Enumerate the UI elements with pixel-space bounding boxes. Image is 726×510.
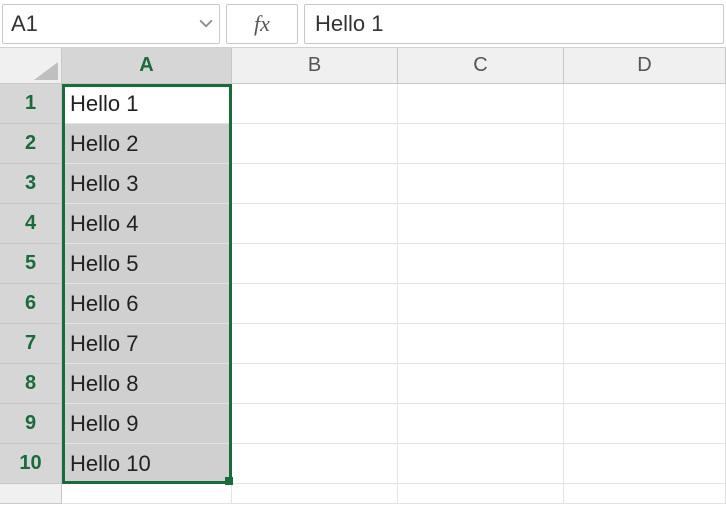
row-header-6[interactable]: 6 [0, 284, 62, 324]
cell-d5[interactable] [564, 244, 726, 284]
row-header-5[interactable]: 5 [0, 244, 62, 284]
name-box[interactable]: A1 [2, 4, 220, 44]
cell-d8[interactable] [564, 364, 726, 404]
row-10: 10 Hello 10 [0, 444, 726, 484]
cell-d9[interactable] [564, 404, 726, 444]
row-2: 2 Hello 2 [0, 124, 726, 164]
row-6: 6 Hello 6 [0, 284, 726, 324]
cell-b3[interactable] [232, 164, 398, 204]
column-headers: A B C D [0, 48, 726, 84]
cell-a5[interactable]: Hello 5 [62, 244, 232, 284]
cell-a11[interactable] [62, 484, 232, 504]
row-header-8[interactable]: 8 [0, 364, 62, 404]
row-header-4[interactable]: 4 [0, 204, 62, 244]
cell-c10[interactable] [398, 444, 564, 484]
formula-bar: A1 fx Hello 1 [0, 0, 726, 48]
cell-b6[interactable] [232, 284, 398, 324]
cell-b7[interactable] [232, 324, 398, 364]
row-7: 7 Hello 7 [0, 324, 726, 364]
column-header-d[interactable]: D [564, 48, 726, 84]
cell-a1[interactable]: Hello 1 [62, 84, 232, 124]
cell-c2[interactable] [398, 124, 564, 164]
row-5: 5 Hello 5 [0, 244, 726, 284]
formula-value: Hello 1 [315, 11, 383, 37]
cell-a9[interactable]: Hello 9 [62, 404, 232, 444]
cell-c1[interactable] [398, 84, 564, 124]
row-header-7[interactable]: 7 [0, 324, 62, 364]
cell-c3[interactable] [398, 164, 564, 204]
cell-d2[interactable] [564, 124, 726, 164]
cell-c11[interactable] [398, 484, 564, 504]
cell-b2[interactable] [232, 124, 398, 164]
cell-a2[interactable]: Hello 2 [62, 124, 232, 164]
cell-d7[interactable] [564, 324, 726, 364]
row-header-11[interactable] [0, 484, 62, 504]
chevron-down-icon[interactable] [199, 16, 213, 30]
cell-a10[interactable]: Hello 10 [62, 444, 232, 484]
cell-d1[interactable] [564, 84, 726, 124]
cell-c9[interactable] [398, 404, 564, 444]
cell-b5[interactable] [232, 244, 398, 284]
row-11-partial [0, 484, 726, 504]
column-header-c[interactable]: C [398, 48, 564, 84]
cell-reference: A1 [11, 11, 38, 37]
row-header-10[interactable]: 10 [0, 444, 62, 484]
cell-d4[interactable] [564, 204, 726, 244]
row-1: 1 Hello 1 [0, 84, 726, 124]
cell-b1[interactable] [232, 84, 398, 124]
row-3: 3 Hello 3 [0, 164, 726, 204]
cell-d6[interactable] [564, 284, 726, 324]
cell-a8[interactable]: Hello 8 [62, 364, 232, 404]
fx-label: fx [254, 11, 270, 37]
cell-c7[interactable] [398, 324, 564, 364]
cell-a7[interactable]: Hello 7 [62, 324, 232, 364]
row-9: 9 Hello 9 [0, 404, 726, 444]
cell-b10[interactable] [232, 444, 398, 484]
cell-a4[interactable]: Hello 4 [62, 204, 232, 244]
cell-c8[interactable] [398, 364, 564, 404]
column-header-b[interactable]: B [232, 48, 398, 84]
cell-b4[interactable] [232, 204, 398, 244]
cell-b11[interactable] [232, 484, 398, 504]
row-header-2[interactable]: 2 [0, 124, 62, 164]
cell-b8[interactable] [232, 364, 398, 404]
row-4: 4 Hello 4 [0, 204, 726, 244]
rows: 1 Hello 1 2 Hello 2 3 Hello 3 4 Hello 4 [0, 84, 726, 504]
select-all-corner[interactable] [0, 48, 62, 84]
cell-a6[interactable]: Hello 6 [62, 284, 232, 324]
cell-d3[interactable] [564, 164, 726, 204]
cell-c6[interactable] [398, 284, 564, 324]
cell-c5[interactable] [398, 244, 564, 284]
cell-a3[interactable]: Hello 3 [62, 164, 232, 204]
row-8: 8 Hello 8 [0, 364, 726, 404]
spreadsheet-grid: A B C D 1 Hello 1 2 Hello 2 3 Hello 3 4 [0, 48, 726, 504]
cell-c4[interactable] [398, 204, 564, 244]
cell-d10[interactable] [564, 444, 726, 484]
row-header-3[interactable]: 3 [0, 164, 62, 204]
fx-button[interactable]: fx [226, 4, 298, 44]
cell-d11[interactable] [564, 484, 726, 504]
column-header-a[interactable]: A [62, 48, 232, 84]
row-header-1[interactable]: 1 [0, 84, 62, 124]
formula-input[interactable]: Hello 1 [304, 4, 724, 44]
row-header-9[interactable]: 9 [0, 404, 62, 444]
cell-b9[interactable] [232, 404, 398, 444]
